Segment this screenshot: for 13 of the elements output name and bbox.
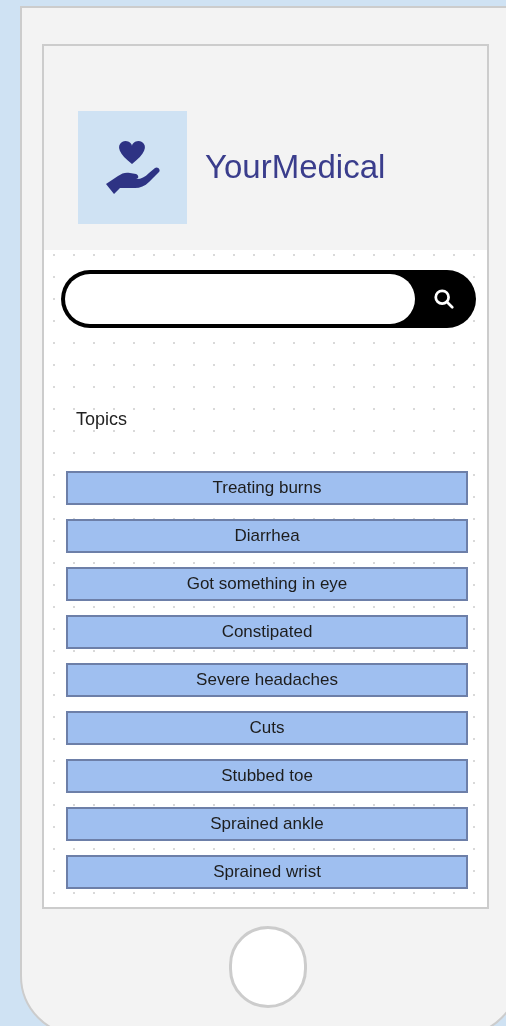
topic-button[interactable]: Sprained wrist [66, 855, 468, 889]
topic-button[interactable]: Sprained ankle [66, 807, 468, 841]
search-icon[interactable] [433, 288, 455, 310]
topic-button[interactable]: Diarrhea [66, 519, 468, 553]
topic-button[interactable]: Treating burns [66, 471, 468, 505]
topic-button[interactable]: Constipated [66, 615, 468, 649]
topic-button[interactable]: Stubbed toe [66, 759, 468, 793]
topic-button[interactable]: Severe headaches [66, 663, 468, 697]
topic-button[interactable]: Cuts [66, 711, 468, 745]
app-title: YourMedical [205, 147, 386, 188]
search-field[interactable] [61, 270, 476, 328]
topics-heading: Topics [76, 408, 129, 431]
topic-button[interactable]: Got something in eye [66, 567, 468, 601]
